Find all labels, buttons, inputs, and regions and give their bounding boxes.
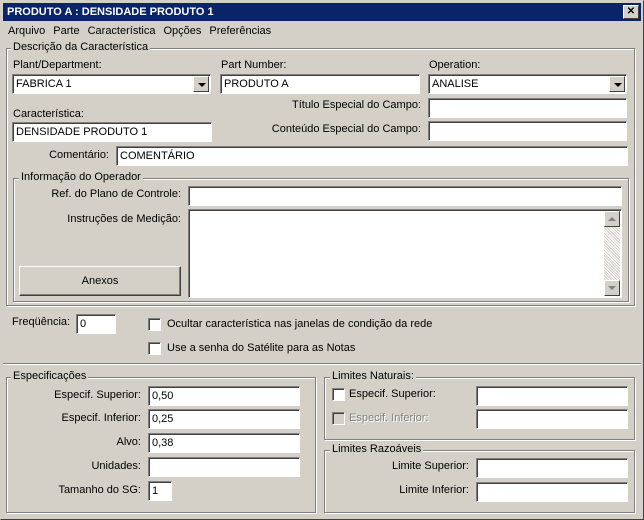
comentario-field[interactable]: COMENTÁRIO: [116, 146, 628, 166]
menu-opcoes[interactable]: Opções: [158, 22, 204, 41]
dialog-window: PRODUTO A : DENSIDADE PRODUTO 1 ✕ Arquiv…: [0, 0, 644, 520]
razoaveis-superior-label: Limite Superior:: [391, 460, 469, 472]
alvo-field[interactable]: 0,38: [148, 433, 300, 453]
espec-inferior-label: Especif. Inferior:: [61, 412, 141, 424]
vertical-scrollbar[interactable]: [604, 211, 620, 296]
conteudo-label: Conteúdo Especial do Campo:: [271, 123, 421, 135]
ocultar-label: Ocultar característica nas janelas de co…: [167, 318, 433, 330]
part-number-field[interactable]: PRODUTO A: [220, 74, 420, 94]
ref-plano-field[interactable]: [188, 186, 622, 206]
naturais-superior-field[interactable]: [476, 386, 628, 406]
anexos-label: Anexos: [81, 275, 119, 287]
titulo-label: Título Especial do Campo:: [291, 99, 421, 111]
sg-label: Tamanho do SG:: [58, 484, 141, 496]
unidades-label: Unidades:: [91, 460, 141, 472]
unidades-field[interactable]: [148, 457, 300, 477]
naturais-inferior-label: Especif. Inferior:: [349, 412, 429, 424]
instrucoes-textarea[interactable]: [188, 209, 622, 298]
naturais-inferior-checkbox: [332, 412, 345, 425]
anexos-button[interactable]: Anexos: [19, 266, 181, 296]
title-bar: PRODUTO A : DENSIDADE PRODUTO 1 ✕: [3, 3, 641, 21]
espec-inferior-field[interactable]: 0,25: [148, 409, 300, 429]
menu-preferencias[interactable]: Preferências: [204, 22, 274, 41]
frequencia-field[interactable]: 0: [76, 314, 116, 334]
limites-naturais-legend: Limites Naturais:: [330, 370, 416, 382]
senha-checkbox[interactable]: [148, 342, 161, 355]
plant-select[interactable]: FABRICA 1: [12, 74, 211, 94]
senha-label: Use a senha do Satélite para as Notas: [167, 342, 356, 354]
conteudo-field[interactable]: [428, 121, 627, 141]
close-icon[interactable]: ✕: [623, 5, 639, 19]
titulo-field[interactable]: [428, 98, 627, 118]
limites-razoaveis-legend: Limites Razoáveis: [330, 443, 424, 455]
frequencia-label: Freqüência:: [12, 316, 71, 328]
ocultar-checkbox[interactable]: [148, 318, 161, 331]
operation-value: ANALISE: [432, 78, 479, 90]
espec-superior-label: Especif. Superior:: [54, 389, 141, 401]
menu-caracteristica[interactable]: Característica: [83, 22, 159, 41]
naturais-inferior-field[interactable]: [476, 409, 628, 429]
separator: [3, 363, 641, 365]
caracteristica-field[interactable]: DENSIDADE PRODUTO 1: [12, 122, 212, 142]
operation-select[interactable]: ANALISE: [428, 74, 627, 94]
alvo-label: Alvo:: [116, 436, 141, 448]
part-label: Part Number:: [221, 59, 287, 71]
comentario-label: Comentário:: [49, 149, 109, 161]
razoaveis-inferior-label: Limite Inferior:: [399, 484, 469, 496]
chevron-down-icon[interactable]: [609, 76, 625, 92]
caracteristica-label: Característica:: [13, 108, 84, 120]
espec-superior-field[interactable]: 0,50: [148, 386, 300, 406]
menu-arquivo[interactable]: Arquivo: [3, 22, 48, 41]
razoaveis-inferior-field[interactable]: [476, 482, 628, 502]
plant-value: FABRICA 1: [16, 78, 72, 90]
naturais-superior-label: Especif. Superior:: [349, 388, 436, 400]
descricao-legend: Descrição da Característica: [11, 41, 151, 53]
razoaveis-superior-field[interactable]: [476, 458, 628, 478]
scroll-up-icon[interactable]: [604, 211, 620, 227]
ref-label: Ref. do Plano de Controle:: [51, 188, 181, 200]
operation-label: Operation:: [429, 59, 481, 71]
sg-field[interactable]: 1: [148, 481, 172, 501]
naturais-superior-checkbox[interactable]: [332, 388, 345, 401]
menu-parte[interactable]: Parte: [48, 22, 82, 41]
plant-label: Plant/Department:: [13, 59, 102, 71]
operador-legend: Informação do Operador: [19, 171, 143, 183]
menu-bar: Arquivo Parte Característica Opções Preferên…: [3, 22, 641, 41]
window-title: PRODUTO A : DENSIDADE PRODUTO 1: [7, 6, 214, 18]
chevron-down-icon[interactable]: [193, 76, 209, 92]
especificacoes-legend: Especificações: [11, 370, 89, 382]
scroll-down-icon[interactable]: [604, 280, 620, 296]
instrucoes-label: Instruções de Medição:: [67, 213, 181, 225]
